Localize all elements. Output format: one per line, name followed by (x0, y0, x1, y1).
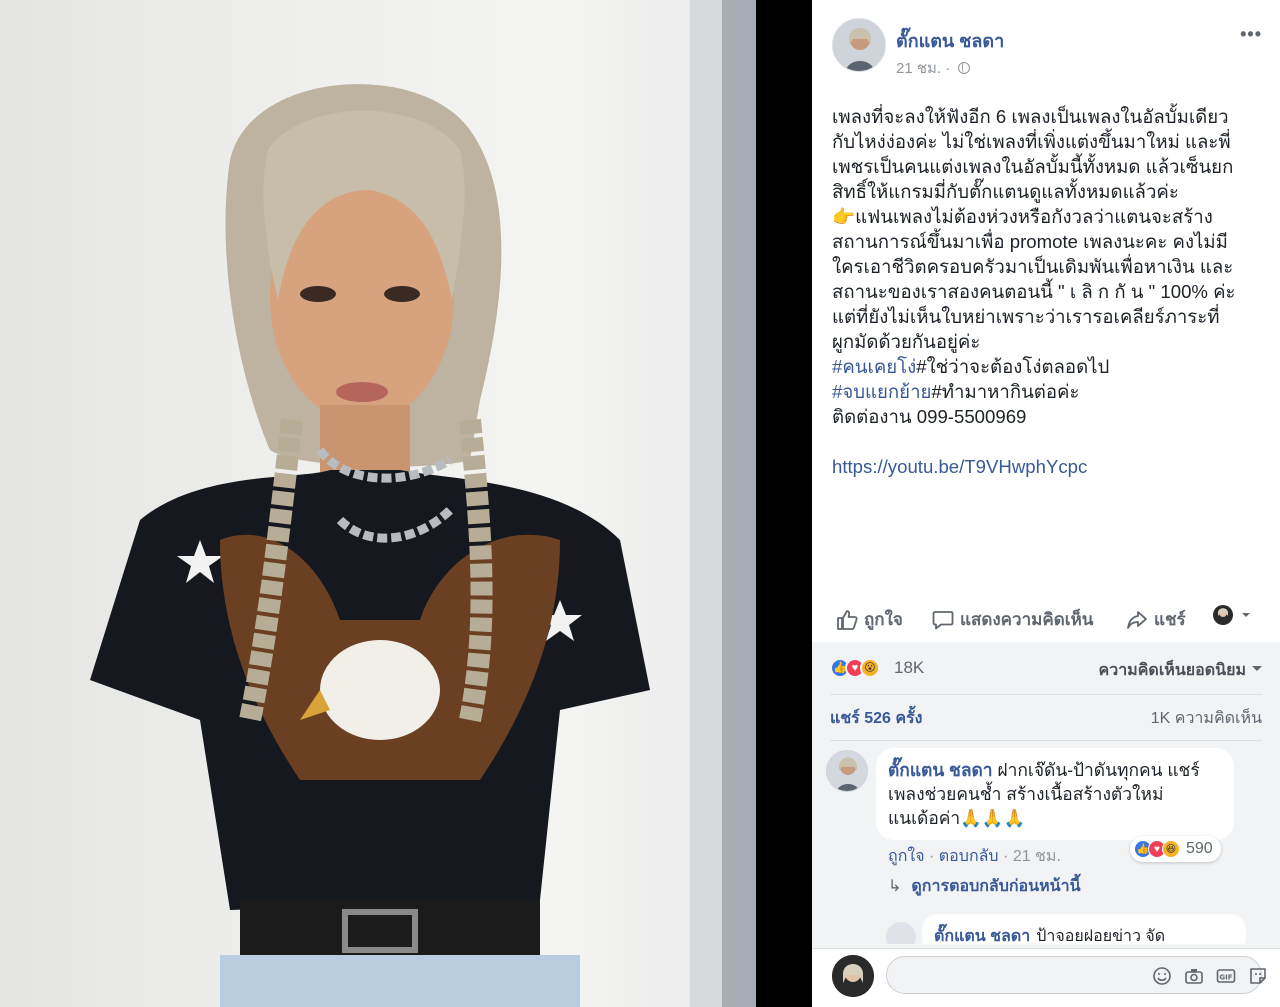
reply-item: ตั๊กแตน ชลดา ป้าจอยฝอยข่าว จัด (886, 914, 1246, 944)
comment-text: ฝากเจ๊ดัน-ป้าดันทุกคน แชร์ (992, 760, 1200, 780)
author-avatar[interactable] (832, 18, 886, 72)
comment-reply-link[interactable]: ตอบกลับ (939, 848, 999, 865)
post-line: กับไหง่ง่องค่ะ ไม่ใช่เพลงที่เพิ่งแต่งขึ้… (832, 131, 1231, 152)
comment-actions: ถูกใจ · ตอบกลับ · 21 ชม. (888, 848, 1061, 865)
reply-bubble: ตั๊กแตน ชลดา ป้าจอยฝอยข่าว จัด (922, 914, 1246, 944)
divider (830, 694, 1262, 695)
post-time[interactable]: 21 ชม. · (896, 60, 950, 77)
divider (830, 740, 1262, 741)
react-as-selector[interactable] (1212, 604, 1252, 626)
post-line: เพลงที่จะลงให้ฟังอีก 6 เพลงเป็นเพลงในอัล… (832, 106, 1229, 127)
avatar-illustration (827, 751, 867, 791)
profile-avatar-icon (1213, 605, 1233, 625)
post-header: ตั๊กแตน ชลดา 21 ชม. · ••• (832, 18, 1262, 78)
like-label: ถูกใจ (864, 610, 903, 629)
youtube-link[interactable]: https://youtu.be/T9VHwphYcpc (832, 454, 1264, 479)
comment-text: เพลงช่วยคนช้ำ สร้างเนื้อสร้างตัวใหม่ (888, 784, 1164, 804)
comment-label: แสดงความคิดเห็น (960, 610, 1094, 629)
hashtag-text: #ใช่ว่าจะต้องโง่ตลอดไป (916, 356, 1110, 377)
comment-reactions[interactable]: 👍 ♥ 😆 590 (1130, 836, 1221, 862)
comment-text: แนเด้อค่า🙏🙏🙏 (888, 808, 1026, 828)
contact-line: ติดต่องาน 099-5500969 (832, 406, 1027, 427)
composer-tools: GIF (1152, 966, 1268, 986)
post-line: 👉แฟนเพลงไม่ต้องห่วงหรือกังวลว่าแตนจะสร้า… (832, 206, 1213, 227)
svg-text:GIF: GIF (1219, 974, 1232, 982)
comment-button[interactable]: แสดงความคิดเห็น (932, 606, 1093, 633)
post-timestamp[interactable]: 21 ชม. · (896, 56, 971, 80)
reply-author[interactable]: ตั๊กแตน ชลดา (934, 928, 1030, 944)
photo-illustration (90, 0, 756, 1007)
reply-text: ป้าจอยฝอยข่าว จัด (1036, 928, 1166, 944)
comment-bubble: ตั๊กแตน ชลดา ฝากเจ๊ดัน-ป้าดันทุกคน แชร์ … (876, 748, 1234, 840)
avatar-illustration (833, 19, 885, 71)
thumbs-up-icon (837, 609, 858, 630)
post-line: สิทธิ์ให้แกรมมี่กับตั๊กแตนดูแลทั้งหมดแล้… (832, 181, 1179, 202)
comment-composer: GIF (812, 948, 1280, 1007)
avatar-illustration (832, 955, 874, 997)
caret-down-icon (1242, 613, 1250, 617)
post-photo (0, 0, 756, 1007)
comment-author[interactable]: ตั๊กแตน ชลดา (888, 760, 993, 780)
comment-sort-dropdown[interactable]: ความคิดเห็นยอดนิยม (1099, 658, 1263, 683)
post-line: สถานะของเราสองคนตอนนี้ " เ ลิ ก กั น " 1… (832, 281, 1236, 302)
comment-icon (932, 610, 954, 629)
view-previous-replies[interactable]: ↳ ดูการตอบกลับก่อนหน้านี้ (888, 874, 1081, 899)
reaction-count[interactable]: 18K (894, 658, 924, 678)
photo-viewer[interactable] (0, 0, 812, 1007)
comment-count[interactable]: 1K ความคิดเห็น (1151, 706, 1262, 731)
gif-icon[interactable]: GIF (1216, 966, 1236, 986)
share-icon (1127, 610, 1147, 629)
comment-like-link[interactable]: ถูกใจ (888, 848, 925, 865)
reply-avatar[interactable] (886, 922, 916, 944)
view-replies-label: ดูการตอบกลับก่อนหน้านี้ (911, 878, 1081, 895)
hashtag-line: #คนเคยโง่#ใช่ว่าจะต้องโง่ตลอดไป (832, 354, 1264, 379)
reply-arrow-icon: ↳ (888, 878, 902, 895)
post-panel: ตั๊กแตน ชลดา 21 ชม. · ••• เพลงที่จะลงให้… (812, 0, 1280, 1007)
wow-reaction-icon: 😮 (860, 658, 880, 678)
reactions-summary[interactable]: 👍 ♥ 😮 18K ความคิดเห็นยอดนิยม (830, 656, 1262, 680)
viewer-avatar (832, 955, 874, 997)
hashtag-line: #จบแยกย้าย#ทำมาหากินต่อค่ะ (832, 379, 1264, 404)
author-name[interactable]: ตั๊กแตน ชลดา (896, 26, 1004, 55)
share-button[interactable]: แชร์ (1126, 606, 1186, 633)
haha-reaction-icon: 😆 (1162, 840, 1180, 858)
share-count[interactable]: แชร์ 526 ครั้ง (830, 710, 922, 727)
more-options-icon[interactable]: ••• (1240, 24, 1262, 45)
comment-time[interactable]: 21 ชม. (1013, 848, 1061, 865)
comment-avatar[interactable] (826, 750, 868, 792)
post-line: แต่ที่ยังไม่เห็นใบหย่าเพราะว่าเรารอเคลีย… (832, 306, 1220, 327)
post-line: สถานการณ์ขึ้นมาเพื่อ promote เพลงนะคะ คง… (832, 231, 1228, 252)
post-line: ใครเอาชีวิตครอบครัวมาเป็นเดิมพันเพื่อหาเ… (832, 256, 1234, 277)
share-label: แชร์ (1154, 610, 1186, 629)
hashtag-text: #ทำมาหากินต่อค่ะ (931, 381, 1080, 402)
globe-icon (958, 62, 971, 74)
comment-reaction-count: 590 (1186, 840, 1213, 857)
post-actions: ถูกใจ แสดงความคิดเห็น แชร์ (812, 598, 1280, 638)
shares-comments-row: แชร์ 526 ครั้ง 1K ความคิดเห็น (830, 706, 1262, 731)
hashtag-link[interactable]: #จบแยกย้าย (832, 381, 931, 402)
comment-item: ตั๊กแตน ชลดา ฝากเจ๊ดัน-ป้าดันทุกคน แชร์ … (826, 748, 1266, 865)
emoji-icon[interactable] (1152, 966, 1172, 986)
hashtag-link[interactable]: #คนเคยโง่ (832, 356, 916, 377)
post-line: เพชรเป็นคนแต่งเพลงในอัลบั้มนี้ทั้งหมด แล… (832, 156, 1234, 177)
camera-icon[interactable] (1184, 966, 1204, 986)
sticker-icon[interactable] (1248, 966, 1268, 986)
post-line: ผูกมัดด้วยกันอยู่ค่ะ (832, 331, 981, 352)
reaction-icons: 👍 ♥ 😮 (830, 656, 896, 680)
post-text: เพลงที่จะลงให้ฟังอีก 6 เพลงเป็นเพลงในอัล… (832, 104, 1264, 479)
like-button[interactable]: ถูกใจ (836, 606, 903, 633)
